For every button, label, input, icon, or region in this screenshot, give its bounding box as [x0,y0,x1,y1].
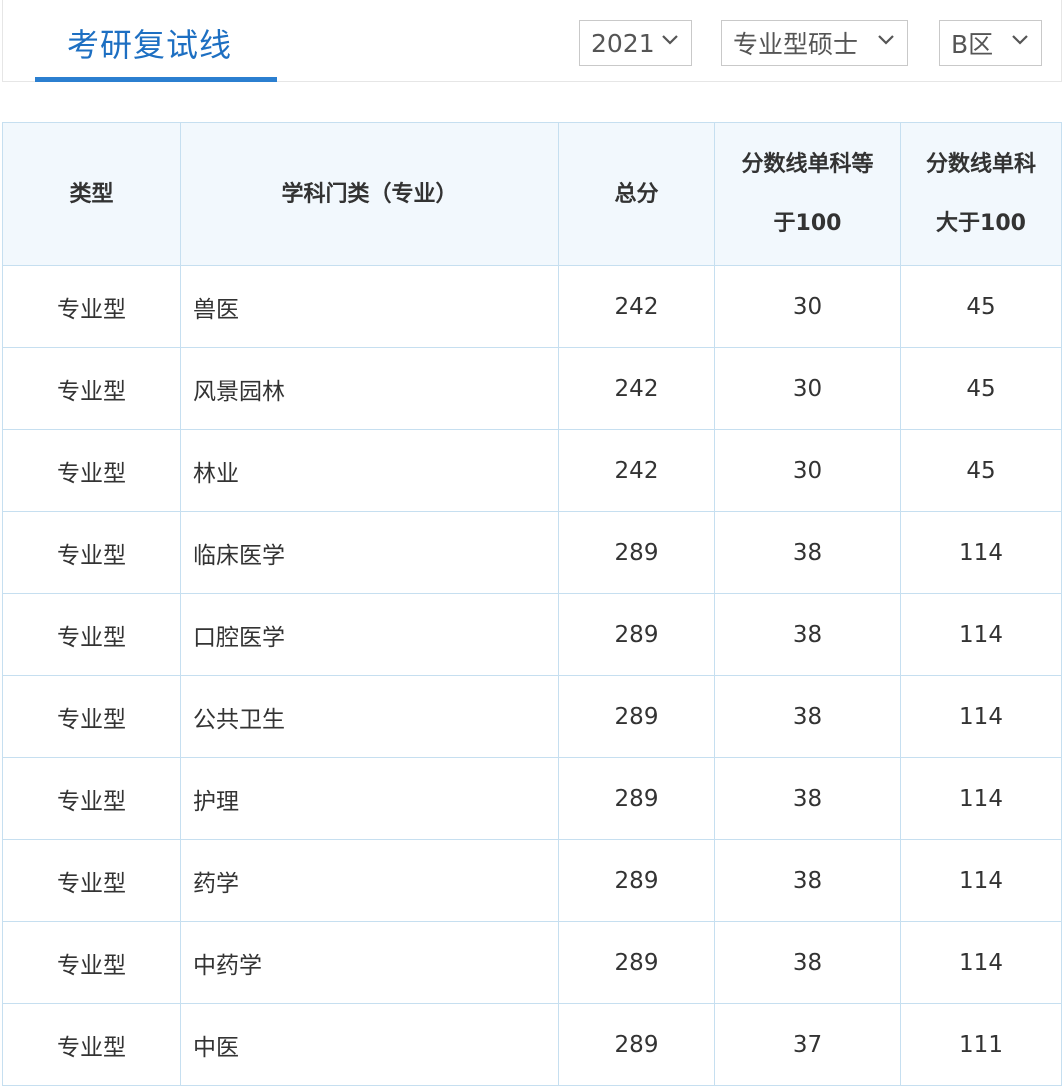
cell-single-eq100: 38 [714,921,901,1004]
cell-total: 289 [558,511,715,594]
column-header-single-gt100-line2: 大于100 [936,211,1026,236]
column-header-single-gt100: 分数线单科 大于100 [900,122,1062,266]
cell-total: 289 [558,593,715,676]
year-select[interactable]: 2021 [579,20,692,66]
page-title: 考研复试线 [67,26,233,64]
table-row: 专业型 药学 289 38 114 [2,839,1062,922]
degree-type-select[interactable]: 专业型硕士 [721,20,908,66]
table-row: 专业型 林业 242 30 45 [2,429,1062,512]
table-row: 专业型 中药学 289 38 114 [2,921,1062,1004]
cell-single-eq100: 30 [714,265,901,348]
top-bar: 考研复试线 2021 专业型硕士 B区 [2,0,1062,82]
cell-total: 242 [558,347,715,430]
column-header-type: 类型 [2,122,181,266]
column-header-single-eq100: 分数线单科等 于100 [714,122,901,266]
cell-single-gt100: 114 [900,839,1062,922]
zone-select-value: B区 [951,30,994,59]
column-header-single-eq100-line2: 于100 [773,211,842,236]
cell-subject: 风景园林 [180,347,559,430]
table-row: 专业型 兽医 242 30 45 [2,265,1062,348]
cell-single-eq100: 30 [714,347,901,430]
cell-total: 289 [558,675,715,758]
cell-type: 专业型 [2,1003,181,1086]
zone-select[interactable]: B区 [939,20,1042,66]
cell-total: 242 [558,265,715,348]
chevron-down-icon [1012,35,1028,45]
cell-single-eq100: 38 [714,675,901,758]
cell-single-gt100: 45 [900,429,1062,512]
table-header-row: 类型 学科门类（专业） 总分 分数线单科等 于100 分数线单科 大于100 [2,122,1062,266]
cell-type: 专业型 [2,593,181,676]
cell-single-eq100: 38 [714,839,901,922]
degree-type-select-value: 专业型硕士 [733,30,859,59]
cell-single-eq100: 37 [714,1003,901,1086]
cell-subject: 中药学 [180,921,559,1004]
cell-type: 专业型 [2,921,181,1004]
cell-type: 专业型 [2,511,181,594]
cell-total: 289 [558,921,715,1004]
cell-single-gt100: 114 [900,593,1062,676]
cell-subject: 兽医 [180,265,559,348]
cell-subject: 公共卫生 [180,675,559,758]
cell-subject: 护理 [180,757,559,840]
column-header-subject: 学科门类（专业） [180,122,559,266]
cell-single-eq100: 38 [714,757,901,840]
table-row: 专业型 口腔医学 289 38 114 [2,593,1062,676]
title-tab[interactable]: 考研复试线 [35,0,277,82]
cell-single-gt100: 114 [900,921,1062,1004]
chevron-down-icon [878,35,894,45]
cell-single-gt100: 114 [900,675,1062,758]
table-row: 专业型 中医 289 37 111 [2,1003,1062,1086]
cell-subject: 口腔医学 [180,593,559,676]
cell-single-gt100: 114 [900,757,1062,840]
cell-type: 专业型 [2,757,181,840]
score-line-table: 类型 学科门类（专业） 总分 分数线单科等 于100 分数线单科 大于100 专… [2,122,1062,1086]
cell-single-eq100: 38 [714,511,901,594]
cell-type: 专业型 [2,347,181,430]
cell-type: 专业型 [2,265,181,348]
cell-subject: 中医 [180,1003,559,1086]
cell-total: 289 [558,1003,715,1086]
cell-type: 专业型 [2,839,181,922]
cell-type: 专业型 [2,429,181,512]
table-row: 专业型 护理 289 38 114 [2,757,1062,840]
cell-single-gt100: 114 [900,511,1062,594]
cell-total: 242 [558,429,715,512]
table-row: 专业型 公共卫生 289 38 114 [2,675,1062,758]
year-select-value: 2021 [591,28,655,58]
cell-single-gt100: 111 [900,1003,1062,1086]
cell-single-eq100: 30 [714,429,901,512]
table-row: 专业型 临床医学 289 38 114 [2,511,1062,594]
cell-subject: 临床医学 [180,511,559,594]
cell-total: 289 [558,757,715,840]
cell-type: 专业型 [2,675,181,758]
cell-single-gt100: 45 [900,347,1062,430]
cell-subject: 林业 [180,429,559,512]
cell-single-gt100: 45 [900,265,1062,348]
table-row: 专业型 风景园林 242 30 45 [2,347,1062,430]
cell-single-eq100: 38 [714,593,901,676]
cell-total: 289 [558,839,715,922]
column-header-single-eq100-line1: 分数线单科等 [741,152,874,177]
cell-subject: 药学 [180,839,559,922]
column-header-single-gt100-line1: 分数线单科 [925,152,1036,177]
chevron-down-icon [662,35,678,45]
column-header-total: 总分 [558,122,715,266]
